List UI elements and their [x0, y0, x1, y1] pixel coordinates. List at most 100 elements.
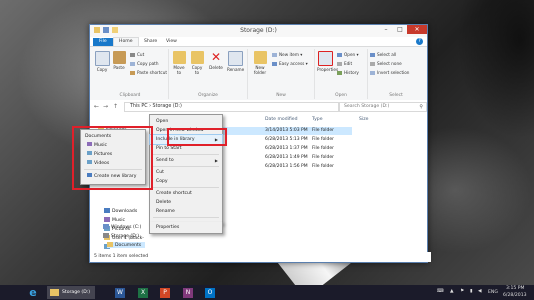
paste-shortcut-icon	[130, 71, 135, 75]
menu-rename[interactable]: Rename	[150, 207, 222, 216]
copy-button[interactable]: Copy	[94, 51, 110, 72]
excel-icon[interactable]: X	[136, 286, 150, 299]
clock-time[interactable]: 3:15 PM	[506, 286, 525, 291]
history-icon	[337, 71, 342, 75]
new-item-button[interactable]: New item ▾	[272, 52, 302, 57]
back-button[interactable]: ←	[94, 103, 99, 110]
menu-copy[interactable]: Copy	[150, 177, 222, 186]
highlight-box-include	[167, 128, 227, 146]
select-none-icon	[370, 62, 375, 66]
onenote-icon[interactable]: N	[181, 286, 195, 299]
paste-shortcut-button[interactable]: Paste shortcut	[130, 70, 167, 75]
highlight-box-submenu	[72, 126, 153, 190]
move-to-button[interactable]: Move to	[171, 51, 187, 75]
invert-selection-button[interactable]: Invert selection	[370, 70, 409, 75]
column-size[interactable]: Size	[359, 117, 368, 122]
tab-view[interactable]: View	[161, 38, 182, 46]
address-path: This PC › Storage (D:)	[130, 104, 182, 109]
copy-to-icon	[190, 51, 204, 64]
drive-icon	[103, 233, 109, 238]
keyboard-icon[interactable]: ⌨	[437, 289, 444, 294]
open-group: Properties Open ▾ Edit History Open	[315, 49, 368, 99]
menu-create-shortcut[interactable]: Create shortcut	[150, 189, 222, 198]
status-bar: 5 items 1 item selected	[90, 252, 431, 262]
copy-path-button[interactable]: Copy path	[130, 61, 158, 66]
search-placeholder: Search Storage (D:)	[344, 104, 390, 109]
nav-windows-drive[interactable]: Windows (C:)	[103, 224, 141, 230]
menu-properties[interactable]: Properties	[150, 223, 222, 232]
forward-button[interactable]: →	[103, 103, 108, 110]
search-input[interactable]: Search Storage (D:) ⚲	[339, 102, 427, 112]
language-indicator[interactable]: ENG	[488, 290, 498, 295]
taskbar-explorer-label: Storage (D:)	[62, 290, 91, 295]
menu-send-to[interactable]: Send to ▶	[150, 156, 222, 165]
ie-icon[interactable]: e	[26, 286, 40, 299]
context-menu-tail: Properties	[149, 222, 223, 234]
move-to-icon	[172, 51, 186, 64]
search-icon: ⚲	[419, 104, 423, 110]
clock-date[interactable]: 6/28/2013	[503, 293, 527, 298]
nav-music[interactable]: Music	[104, 217, 125, 223]
network-icon[interactable]: ▮	[470, 289, 473, 294]
open-label: Open	[335, 93, 347, 98]
menu-delete[interactable]: Delete	[150, 198, 222, 207]
volume-icon[interactable]: ◀	[478, 289, 482, 294]
copy-to-button[interactable]: Copy to	[189, 51, 205, 75]
tab-share[interactable]: Share	[139, 38, 162, 46]
paste-button[interactable]: Paste	[111, 51, 127, 70]
new-folder-button[interactable]: New folder	[252, 51, 268, 75]
column-date-modified[interactable]: Date modified	[265, 117, 298, 122]
folder-icon	[107, 242, 113, 247]
menu-cut[interactable]: Cut	[150, 168, 222, 177]
menu-separator	[153, 217, 219, 218]
ribbon: Copy Paste Cut Copy path Paste shortcut …	[90, 46, 427, 102]
paste-icon	[112, 51, 126, 64]
new-label: New	[276, 93, 286, 98]
nav-documents[interactable]: Documents	[107, 242, 146, 248]
menu-separator	[153, 154, 219, 155]
copy-path-icon	[130, 62, 135, 66]
folder-icon	[50, 289, 59, 296]
up-button[interactable]: ↑	[113, 103, 118, 110]
column-type[interactable]: Type	[312, 117, 323, 122]
rename-button[interactable]: Rename	[227, 51, 244, 72]
minimize-button[interactable]: –	[379, 25, 393, 34]
outlook-icon[interactable]: O	[203, 286, 217, 299]
easy-access-button[interactable]: Easy access ▾	[272, 61, 308, 66]
music-icon	[104, 217, 110, 222]
open-button[interactable]: Open ▾	[337, 52, 359, 57]
maximize-button[interactable]: □	[393, 25, 407, 34]
tab-file[interactable]: File	[93, 38, 113, 46]
copy-icon	[94, 51, 110, 66]
menu-separator	[153, 187, 219, 188]
nav-storage-drive[interactable]: Storage (D:)	[103, 233, 139, 239]
rename-icon	[227, 51, 243, 66]
new-group: New folder New item ▾ Easy access ▾ New	[248, 49, 315, 99]
clipboard-label: Clipboard	[119, 93, 141, 98]
open-icon	[337, 53, 342, 57]
tab-home[interactable]: Home	[113, 37, 139, 46]
edit-button[interactable]: Edit	[337, 61, 352, 66]
close-button[interactable]: ✕	[407, 25, 427, 34]
select-all-button[interactable]: Select all	[370, 52, 396, 57]
submenu-arrow-icon: ▶	[214, 158, 218, 163]
word-icon[interactable]: W	[113, 286, 127, 299]
select-none-button[interactable]: Select none	[370, 61, 402, 66]
delete-button[interactable]: ✕ Delete	[208, 51, 224, 71]
menu-separator	[153, 166, 219, 167]
drive-icon	[103, 224, 109, 229]
history-button[interactable]: History	[337, 70, 359, 75]
menu-open[interactable]: Open	[150, 117, 222, 126]
properties-button[interactable]: Properties	[317, 51, 338, 72]
invert-selection-icon	[370, 71, 375, 75]
flag-icon[interactable]: ⚑	[460, 289, 464, 294]
cut-button[interactable]: Cut	[130, 52, 144, 57]
expand-tray-icon[interactable]: ▲	[450, 289, 454, 294]
taskbar-explorer[interactable]: Storage (D:)	[47, 286, 95, 299]
powerpoint-icon[interactable]: P	[158, 286, 172, 299]
nav-downloads-2[interactable]: Downloads	[104, 208, 137, 214]
scissors-icon	[130, 53, 135, 57]
clipboard-group: Copy Paste Cut Copy path Paste shortcut …	[92, 49, 169, 99]
help-button[interactable]: ?	[416, 38, 423, 45]
address-bar[interactable]: This PC › Storage (D:)	[124, 102, 339, 112]
